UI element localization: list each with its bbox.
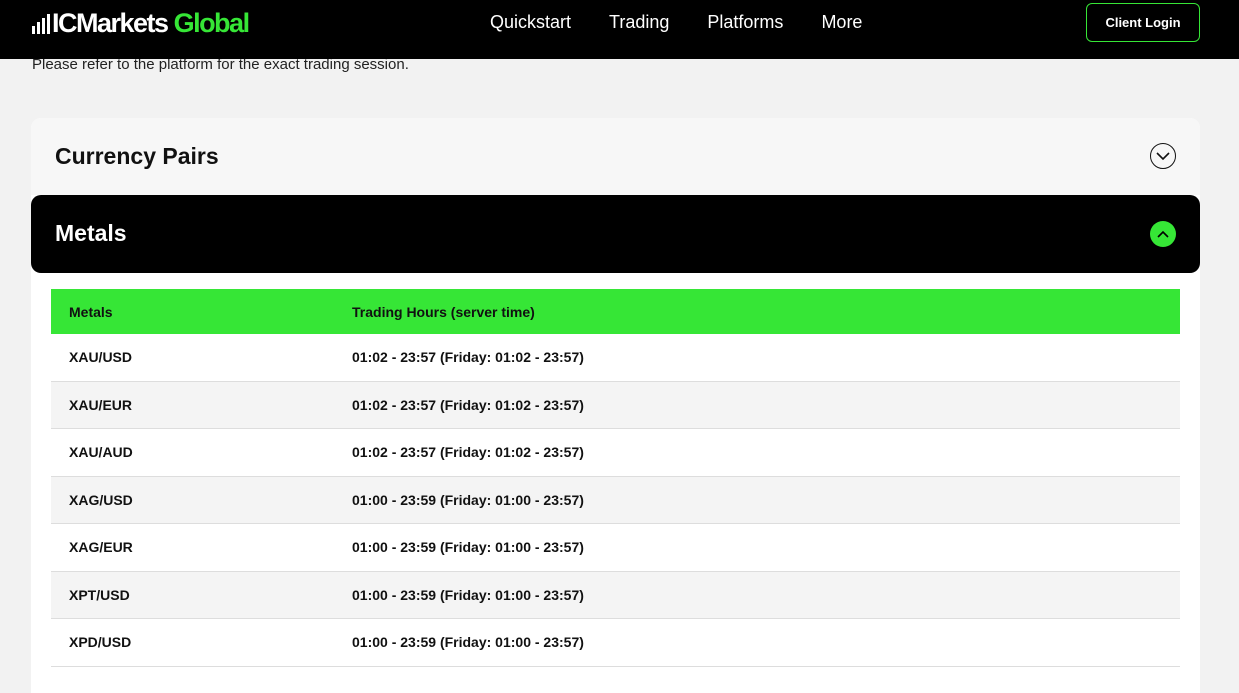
- table-header-row: Metals Trading Hours (server time): [51, 289, 1180, 334]
- symbol-cell: XAU/EUR: [69, 396, 133, 413]
- symbol-cell: XPD/USD: [69, 634, 132, 651]
- hours-cell: 01:00 - 23:59 (Friday: 01:00 - 23:57): [352, 634, 584, 651]
- nav-quickstart[interactable]: Quickstart: [490, 10, 571, 34]
- table-row: XAU/AUD 01:02 - 23:57 (Friday: 01:02 - 2…: [51, 429, 1180, 477]
- hours-cell: 01:00 - 23:59 (Friday: 01:00 - 23:57): [352, 491, 584, 508]
- top-navbar: ICMarkets Global Quickstart Trading Platf…: [0, 0, 1239, 59]
- nav-trading[interactable]: Trading: [609, 10, 669, 34]
- accordion-currency-pairs[interactable]: Currency Pairs: [31, 118, 1200, 195]
- table-row: XAU/USD 01:02 - 23:57 (Friday: 01:02 - 2…: [51, 334, 1180, 382]
- logo-bars-icon: [32, 14, 50, 34]
- nav-platforms[interactable]: Platforms: [707, 10, 783, 34]
- symbol-cell: XPT/USD: [69, 586, 130, 603]
- metals-title: Metals: [55, 220, 127, 246]
- table-row: XPD/USD 01:00 - 23:59 (Friday: 01:00 - 2…: [51, 619, 1180, 667]
- table-row: XAU/EUR 01:02 - 23:57 (Friday: 01:02 - 2…: [51, 381, 1180, 429]
- metals-hours-table: Metals Trading Hours (server time) XAU/U…: [51, 289, 1180, 667]
- ic-markets-logo[interactable]: ICMarkets Global: [32, 8, 250, 38]
- table-row: XAG/EUR 01:00 - 23:59 (Friday: 01:00 - 2…: [51, 524, 1180, 572]
- symbol-cell: XAG/EUR: [69, 539, 133, 556]
- header-trading-hours: Trading Hours (server time): [352, 303, 535, 320]
- currency-pairs-title: Currency Pairs: [55, 143, 219, 169]
- nav-more[interactable]: More: [821, 10, 862, 34]
- main-nav: Quickstart Trading Platforms More: [490, 10, 862, 34]
- accordion-metals[interactable]: Metals: [31, 195, 1200, 273]
- header-metals: Metals: [69, 303, 113, 320]
- hours-cell: 01:00 - 23:59 (Friday: 01:00 - 23:57): [352, 586, 584, 603]
- symbol-cell: XAG/USD: [69, 491, 133, 508]
- hours-cell: 01:02 - 23:57 (Friday: 01:02 - 23:57): [352, 349, 584, 366]
- symbol-cell: XAU/USD: [69, 349, 133, 366]
- logo-text: ICMarkets Global: [52, 8, 250, 38]
- chevron-up-icon[interactable]: [1150, 221, 1176, 247]
- hours-cell: 01:00 - 23:59 (Friday: 01:00 - 23:57): [352, 539, 584, 556]
- chevron-down-icon[interactable]: [1150, 143, 1176, 169]
- hours-cell: 01:02 - 23:57 (Friday: 01:02 - 23:57): [352, 396, 584, 413]
- table-row: XPT/USD 01:00 - 23:59 (Friday: 01:00 - 2…: [51, 571, 1180, 619]
- table-row: XAG/USD 01:00 - 23:59 (Friday: 01:00 - 2…: [51, 476, 1180, 524]
- client-login-button[interactable]: Client Login: [1086, 3, 1200, 42]
- hours-cell: 01:02 - 23:57 (Friday: 01:02 - 23:57): [352, 444, 584, 461]
- symbol-cell: XAU/AUD: [69, 444, 133, 461]
